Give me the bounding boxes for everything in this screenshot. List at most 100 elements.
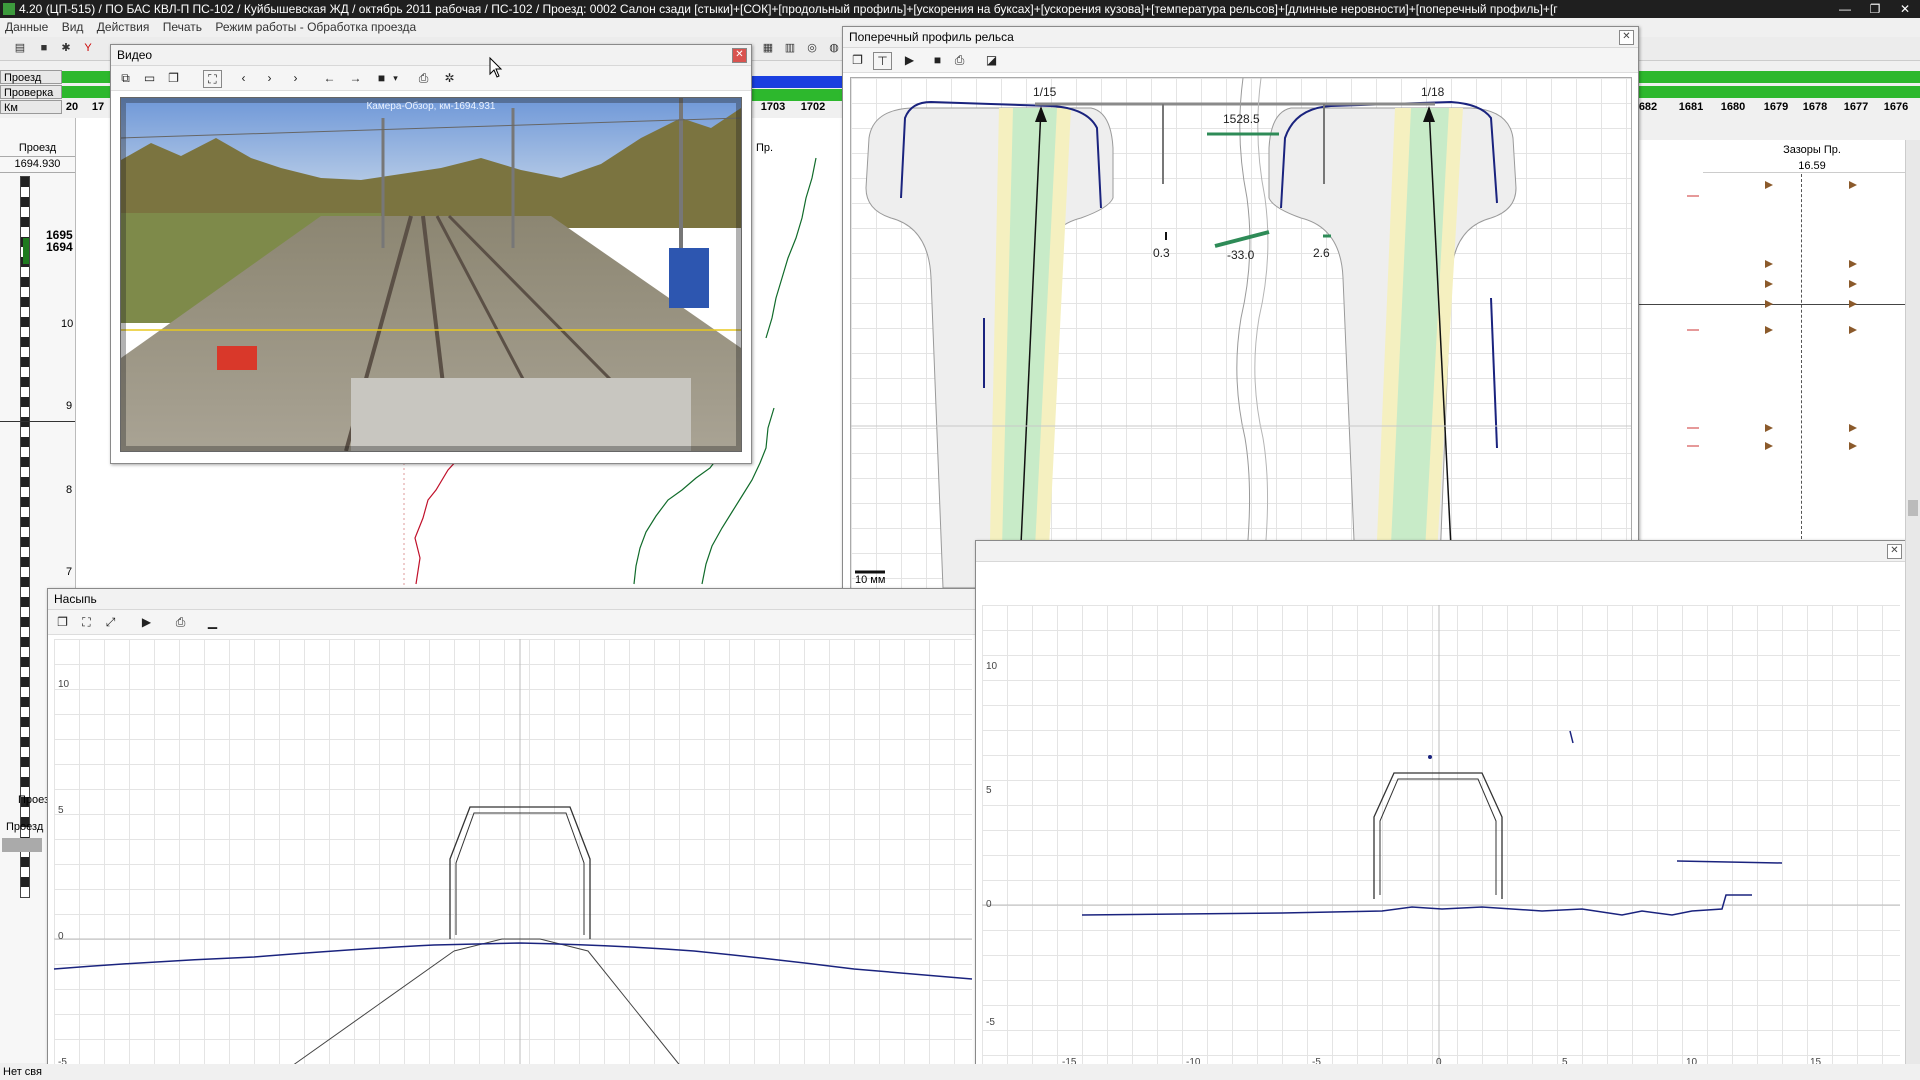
red-box xyxy=(217,346,257,370)
gaps-markers xyxy=(1687,181,1857,450)
close-button[interactable]: ✕ xyxy=(1890,0,1920,18)
ground-profile xyxy=(53,942,973,980)
filter-icon[interactable]: Y xyxy=(80,41,96,56)
video-window[interactable]: Видео ✕ ⧉ ▭ ❐ ⛶ ‹ › › ← → ■ ▾ ⎙ ✲ Камера… xyxy=(110,44,752,464)
side-number: 10 xyxy=(61,318,74,330)
y-tick: 5 xyxy=(986,785,992,796)
right-rail-tag: 1/18 xyxy=(1421,85,1445,99)
save-icon[interactable]: ■ xyxy=(36,41,52,56)
gap-triangle xyxy=(1849,326,1857,334)
fit-icon[interactable]: ⛶ xyxy=(78,614,95,630)
vertical-scrollbar[interactable] xyxy=(1905,140,1920,1064)
km-cell: 1703 xyxy=(760,101,786,113)
table-icon[interactable]: ▦ xyxy=(760,41,776,56)
close-icon[interactable]: ✕ xyxy=(1619,30,1634,45)
y-tick: 5 xyxy=(58,805,64,816)
maximize-button[interactable]: ❐ xyxy=(1860,0,1890,18)
window-icon[interactable]: ❐ xyxy=(849,52,866,68)
window-icon[interactable]: ❐ xyxy=(165,70,182,86)
check-progress-right xyxy=(1636,86,1920,98)
menu-actions[interactable]: Действия xyxy=(97,20,150,34)
back-arrow-icon[interactable]: ← xyxy=(321,70,338,86)
print-icon[interactable]: ⎙ xyxy=(172,614,189,630)
expand-icon[interactable]: ⤢ xyxy=(102,614,119,630)
minimize-button[interactable]: — xyxy=(1830,0,1860,18)
rail-section-left xyxy=(865,107,1114,588)
profile-graph-drawing xyxy=(982,605,1900,1073)
forward-arrow-icon[interactable]: → xyxy=(347,70,364,86)
prev-icon[interactable]: ‹ xyxy=(235,70,252,86)
tilt-value: -33.0 xyxy=(1227,248,1255,262)
lower-label: Проезд xyxy=(6,821,44,833)
baseline-icon[interactable]: ▁ xyxy=(204,614,221,630)
close-icon[interactable]: ✕ xyxy=(732,48,747,63)
embankment-canvas: 10 5 0 -5 xyxy=(53,639,973,1074)
y-tick: 0 xyxy=(986,899,992,910)
menu-print[interactable]: Печать xyxy=(163,20,202,34)
rail-profile-toolbar: ❐ ⊤ ▶ ■ ⎙ ◪ xyxy=(843,48,1638,73)
fit-icon[interactable]: ⊤ xyxy=(873,52,892,70)
profile-graph-titlebar xyxy=(976,541,1906,562)
scrollbar-thumb[interactable] xyxy=(1908,500,1918,516)
print-icon[interactable]: ⎙ xyxy=(951,52,968,68)
gap-triangle xyxy=(1849,300,1857,308)
km-cell: 1681 xyxy=(1678,101,1704,113)
settings-icon[interactable]: ✱ xyxy=(58,41,74,56)
play-icon[interactable]: ▶ xyxy=(901,52,918,68)
km-ruler xyxy=(20,176,30,898)
left-rail-tag: 1/15 xyxy=(1033,85,1057,99)
km-cell: 1702 xyxy=(800,101,826,113)
rail-profile-canvas: 1/15 1/18 1528.5 0.3 -33.0 2.6 10 мм xyxy=(850,77,1632,589)
window-icon[interactable]: ❐ xyxy=(54,614,71,630)
track-label-ride: Проезд xyxy=(0,70,62,84)
blue-cabinet xyxy=(669,248,709,308)
gap-triangle xyxy=(1765,300,1773,308)
fullscreen-icon[interactable]: ⛶ xyxy=(203,70,222,88)
app-icon xyxy=(3,3,15,15)
tilt-indicator xyxy=(1214,230,1270,248)
eraser-icon[interactable]: ◪ xyxy=(983,52,1000,68)
menu-data[interactable]: Данные xyxy=(5,20,48,34)
chart-icon[interactable]: ▥ xyxy=(782,41,798,56)
check-progress-left xyxy=(62,86,110,98)
bug-icon[interactable]: ✲ xyxy=(441,70,458,86)
next-icon[interactable]: › xyxy=(287,70,304,86)
menu-view[interactable]: Вид xyxy=(62,20,84,34)
gap-triangle xyxy=(1765,442,1773,450)
dropdown-icon[interactable]: ▾ xyxy=(387,70,404,86)
layout-icon[interactable]: ▭ xyxy=(141,70,158,86)
embankment-title: Насыпь xyxy=(48,589,976,610)
gaps-panel: Зазоры Пр. 16.59 xyxy=(1636,140,1920,540)
embankment-drawing xyxy=(53,639,973,1074)
comment-icon[interactable]: ◎ xyxy=(804,41,820,56)
status-bar: Нет свя xyxy=(0,1064,1920,1080)
play-icon[interactable]: ▶ xyxy=(138,614,155,630)
copy-icon[interactable]: ⧉ xyxy=(117,70,134,86)
video-frame: Камера-Обзор, км-1694.931 xyxy=(120,97,742,452)
tools-icon[interactable]: ◍ xyxy=(826,41,842,56)
menu-mode[interactable]: Режим работы - Обработка проезда xyxy=(215,20,416,34)
play-icon[interactable]: › xyxy=(261,70,278,86)
rail-profile-window[interactable]: Поперечный профиль рельса ✕ ❐ ⊤ ▶ ■ ⎙ ◪ xyxy=(842,26,1639,594)
gap-triangle xyxy=(1849,424,1857,432)
km-cell: 1680 xyxy=(1720,101,1746,113)
clearance-outline-outer xyxy=(1373,772,1503,899)
save-icon[interactable]: ■ xyxy=(929,52,946,68)
center-wave xyxy=(1236,78,1251,588)
open-icon[interactable]: ▤ xyxy=(12,41,28,56)
mouse-cursor xyxy=(489,56,503,78)
profile-graph-canvas: 10 5 0 -5 -15 -10 -5 0 5 10 15 xyxy=(982,605,1900,1073)
gap-triangle xyxy=(1849,260,1857,268)
y-tick: 0 xyxy=(58,931,64,942)
clearance-outline-inner xyxy=(1379,778,1497,895)
gap-triangle xyxy=(1849,280,1857,288)
right-offset-value: 2.6 xyxy=(1313,246,1330,260)
profile-point xyxy=(1428,755,1432,759)
print-icon[interactable]: ⎙ xyxy=(415,70,432,86)
embankment-window[interactable]: Насыпь ❐ ⛶ ⤢ ▶ ⎙ ▁ 10 5 0 -5 xyxy=(47,588,977,1080)
profile-graph-window[interactable]: ✕ 10 5 0 -5 -15 -10 -5 0 5 10 15 xyxy=(975,540,1907,1080)
close-icon[interactable]: ✕ xyxy=(1887,544,1902,559)
gap-triangle xyxy=(1765,424,1773,432)
y-tick: 10 xyxy=(986,661,998,672)
video-toolbar: ⧉ ▭ ❐ ⛶ ‹ › › ← → ■ ▾ ⎙ ✲ xyxy=(111,66,751,91)
